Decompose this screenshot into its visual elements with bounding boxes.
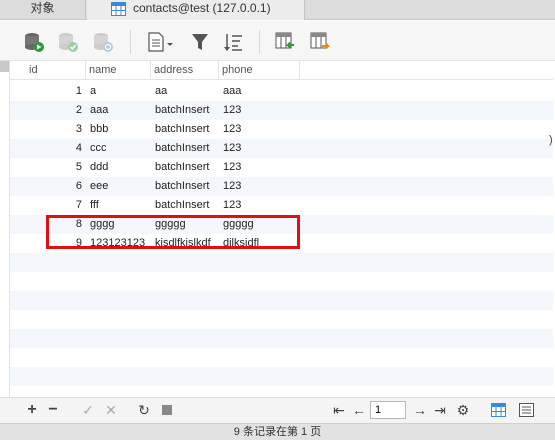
cell-phone[interactable]: djlksjdfl [220,234,299,253]
cell-address[interactable]: batchInsert [152,196,219,215]
first-page-icon[interactable]: ⇤ [331,402,347,418]
cell-phone[interactable]: 123 [220,101,299,120]
previous-page-icon[interactable]: ← [351,402,367,418]
bottom-toolbar: + − ✓ ✕ ↻ ⇤ ← → ⇥ ⚙ [0,397,555,423]
commit-icon[interactable] [57,31,79,53]
empty-row [10,253,553,272]
status-bar: 9 条记录在第 1 页 [0,423,555,440]
cell-name[interactable]: ccc [87,139,151,158]
gutter-marker [0,61,9,72]
table-row[interactable]: 7 fff batchInsert 123 [10,196,553,215]
stop-icon[interactable] [159,402,175,418]
begin-transaction-icon[interactable] [23,31,45,53]
table-row[interactable]: 5 ddd batchInsert 123 [10,158,553,177]
table-icon [111,2,126,21]
cell-name[interactable]: aaa [87,101,151,120]
side-text: ) [549,134,553,146]
tab-bar: 对象 contacts@test (127.0.0.1) [0,0,555,20]
export-icon[interactable] [309,31,331,53]
table-row[interactable]: 2 aaa batchInsert 123 [10,101,553,120]
table-row[interactable]: 6 eee batchInsert 123 [10,177,553,196]
toolbar-separator [130,30,131,54]
cell-name[interactable]: eee [87,177,151,196]
column-header-name[interactable]: name [86,61,151,80]
cell-id[interactable]: 6 [30,177,85,196]
record-count-text: 9 条记录在第 1 页 [233,426,322,438]
cell-phone[interactable]: aaa [220,82,299,101]
rollback-icon[interactable] [92,31,114,53]
cell-name[interactable]: bbb [87,120,151,139]
cell-id[interactable]: 3 [30,120,85,139]
refresh-icon[interactable]: ↻ [136,402,152,418]
cell-phone[interactable]: 123 [220,158,299,177]
next-page-icon[interactable]: → [412,402,428,418]
grid-header: id name address phone [10,61,553,80]
grid-view-icon[interactable] [490,402,506,418]
empty-row [10,291,553,310]
cell-phone[interactable]: 123 [220,177,299,196]
delete-row-icon[interactable]: − [45,402,61,418]
toolbar [0,21,555,61]
cell-name[interactable]: a [87,82,151,101]
cell-id[interactable]: 8 [30,215,85,234]
text-view-icon[interactable] [146,31,176,53]
cell-name[interactable]: ddd [87,158,151,177]
cell-id[interactable]: 1 [30,82,85,101]
form-view-icon[interactable] [518,402,534,418]
data-grid: id name address phone 1 a aa aaa 2 aaa b… [10,61,553,397]
table-row[interactable]: 1 a aa aaa [10,82,553,101]
table-row[interactable]: 8 gggg ggggg ggggg [10,215,553,234]
cell-address[interactable]: batchInsert [152,177,219,196]
cell-address[interactable]: batchInsert [152,101,219,120]
cell-name[interactable]: gggg [87,215,151,234]
cell-phone[interactable]: 123 [220,139,299,158]
last-page-icon[interactable]: ⇥ [432,402,448,418]
discard-icon[interactable]: ✕ [103,402,119,418]
tab-title: contacts@test (127.0.0.1) [133,1,271,15]
column-header-phone[interactable]: phone [219,61,300,80]
gear-icon[interactable]: ⚙ [455,402,471,418]
cell-phone[interactable]: 123 [220,120,299,139]
column-header-address[interactable]: address [151,61,219,80]
cell-id[interactable]: 4 [30,139,85,158]
cell-phone[interactable]: 123 [220,196,299,215]
page-number-input[interactable] [370,401,406,419]
cell-address[interactable]: batchInsert [152,120,219,139]
toolbar-separator [259,30,260,54]
cell-id[interactable]: 7 [30,196,85,215]
table-row[interactable]: 4 ccc batchInsert 123 [10,139,553,158]
cell-id[interactable]: 2 [30,101,85,120]
cell-address[interactable]: kjsdlfkjslkdf [152,234,219,253]
cell-address[interactable]: ggggg [152,215,219,234]
import-icon[interactable] [274,31,296,53]
cell-phone[interactable]: ggggg [220,215,299,234]
tab-objects[interactable]: 对象 [0,0,86,20]
column-header-id[interactable]: id [26,61,86,80]
table-row[interactable]: 3 bbb batchInsert 123 [10,120,553,139]
add-row-icon[interactable]: + [24,402,40,418]
cell-name[interactable]: 123123123 [87,234,151,253]
cell-address[interactable]: aa [152,82,219,101]
sort-icon[interactable] [222,31,244,53]
empty-row [10,367,553,386]
cell-name[interactable]: fff [87,196,151,215]
cell-id[interactable]: 5 [30,158,85,177]
cell-id[interactable]: 9 [30,234,85,253]
cell-address[interactable]: batchInsert [152,139,219,158]
cell-address[interactable]: batchInsert [152,158,219,177]
filter-icon[interactable] [189,31,211,53]
empty-row [10,329,553,348]
table-row[interactable]: 9 123123123 kjsdlfkjslkdf djlksjdfl [10,234,553,253]
apply-icon[interactable]: ✓ [80,402,96,418]
tab-contacts-table[interactable]: contacts@test (127.0.0.1) [87,0,305,20]
